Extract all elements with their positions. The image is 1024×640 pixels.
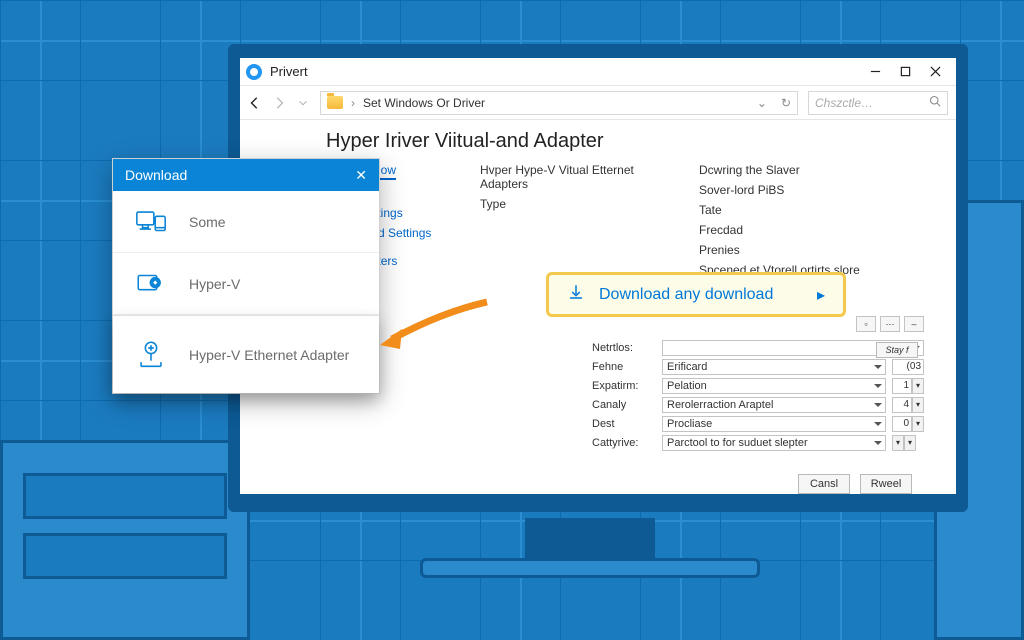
related-list: Dcwring the Slaver Sover-lord PiBS Tate … xyxy=(699,163,879,277)
refresh-icon[interactable]: ↻ xyxy=(781,96,791,110)
popup-item-label: Hyper-V Ethernet Adapter xyxy=(189,347,349,363)
popup-close-icon[interactable]: ✕ xyxy=(355,167,367,184)
vm-icon xyxy=(131,267,171,301)
close-button[interactable] xyxy=(920,61,950,83)
form-select[interactable]: Procliase xyxy=(662,416,886,432)
popup-item-ethernet-adapter[interactable]: Hyper-V Ethernet Adapter xyxy=(113,315,379,393)
dropdown-caret-icon[interactable]: ⌄ xyxy=(757,96,767,110)
popup-item-hyperv[interactable]: Hyper-V xyxy=(113,253,379,315)
network-adapter-icon xyxy=(131,338,171,372)
form-label: Netrtlos: xyxy=(592,342,656,354)
monitor-base xyxy=(420,558,760,578)
breadcrumb: Set Windows Or Driver xyxy=(363,96,485,110)
related-item: Dcwring the Slaver xyxy=(699,163,879,177)
nav-back-button[interactable] xyxy=(248,96,262,110)
reset-button[interactable]: Rweel xyxy=(860,474,912,494)
cancel-button[interactable]: Cansl xyxy=(798,474,850,494)
form-select[interactable]: Erificard xyxy=(662,359,886,375)
form-spin[interactable]: 0▾ xyxy=(892,416,924,432)
related-item: Frecdad xyxy=(699,223,879,237)
form-spin[interactable]: 1▾ xyxy=(892,378,924,394)
nav-forward-button[interactable] xyxy=(272,96,286,110)
form-spin[interactable]: 4▾ xyxy=(892,397,924,413)
address-bar[interactable]: › Set Windows Or Driver ⌄ ↻ xyxy=(320,91,798,115)
minimize-button[interactable] xyxy=(860,61,890,83)
download-callout-button[interactable]: Download any download ▸ xyxy=(546,272,846,317)
form-select[interactable]: Pelation xyxy=(662,378,886,394)
form-spin[interactable]: ▾▾ xyxy=(892,435,924,451)
popup-item-label: Hyper-V xyxy=(189,276,240,292)
properties-form: Netrtlos: Fehne Erificard (03 Expatirm: … xyxy=(592,338,924,452)
adapter-desc-line: Type xyxy=(480,197,675,211)
download-icon xyxy=(567,283,585,306)
popup-title: Download xyxy=(125,167,187,183)
adapter-desc-line: Hvper Hype-V Vitual Etternet Adapters xyxy=(480,163,675,191)
tiny-button-b[interactable]: ⋯ xyxy=(880,316,900,332)
form-select[interactable]: Parctool to for suduet slepter xyxy=(662,435,886,451)
maximize-button[interactable] xyxy=(890,61,920,83)
tiny-toolbar: ▫ ⋯ – xyxy=(856,316,924,332)
download-label: Download any download xyxy=(599,286,773,304)
chevron-right-icon: › xyxy=(351,96,355,110)
search-input[interactable]: Chszctle… xyxy=(808,91,948,115)
play-icon: ▸ xyxy=(817,285,825,305)
form-row: Cattyrive: Parctool to for suduet slepte… xyxy=(592,433,924,452)
related-item: Tate xyxy=(699,203,879,217)
related-item: Prenies xyxy=(699,243,879,257)
folder-icon xyxy=(327,96,343,109)
nav-recent-button[interactable] xyxy=(296,96,310,110)
form-spin[interactable]: (03 xyxy=(892,359,924,375)
window-title: Privert xyxy=(270,64,860,79)
stay-button[interactable]: Stay f xyxy=(876,342,918,358)
form-row: Netrtlos: xyxy=(592,338,924,357)
dialog-buttons: Cansl Rweel xyxy=(798,474,912,494)
form-label: Cattyrive: xyxy=(592,437,656,449)
tiny-button-a[interactable]: ▫ xyxy=(856,316,876,332)
tiny-button-c[interactable]: – xyxy=(904,316,924,332)
download-popup: Download ✕ Some Hyper-V Hyper-V xyxy=(112,158,380,394)
form-row: Expatirm: Pelation 1▾ xyxy=(592,376,924,395)
form-select[interactable]: Rerolerraction Araptel xyxy=(662,397,886,413)
app-icon xyxy=(246,64,262,80)
form-row: Fehne Erificard (03 xyxy=(592,357,924,376)
search-placeholder: Chszctle… xyxy=(815,96,873,110)
form-label: Dest xyxy=(592,418,656,430)
form-row: Canaly Rerolerraction Araptel 4▾ xyxy=(592,395,924,414)
form-label: Expatirm: xyxy=(592,380,656,392)
bg-drawers xyxy=(0,440,250,640)
related-item: Sover-lord PiBS xyxy=(699,183,879,197)
form-row: Dest Procliase 0▾ xyxy=(592,414,924,433)
toolbar: › Set Windows Or Driver ⌄ ↻ Chszctle… xyxy=(240,86,956,120)
form-label: Fehne xyxy=(592,361,656,373)
popup-item-label: Some xyxy=(189,214,226,230)
page-title: Hyper Iriver Viitual-and Adapter xyxy=(326,130,932,153)
search-icon xyxy=(929,95,941,110)
form-label: Canaly xyxy=(592,399,656,411)
annotation-arrow xyxy=(372,297,492,357)
popup-titlebar[interactable]: Download ✕ xyxy=(113,159,379,191)
devices-icon xyxy=(131,205,171,239)
titlebar[interactable]: Privert xyxy=(240,58,956,86)
popup-item-some[interactable]: Some xyxy=(113,191,379,253)
description-block: Hvper Hype-V Vitual Etternet Adapters Ty… xyxy=(480,163,675,277)
